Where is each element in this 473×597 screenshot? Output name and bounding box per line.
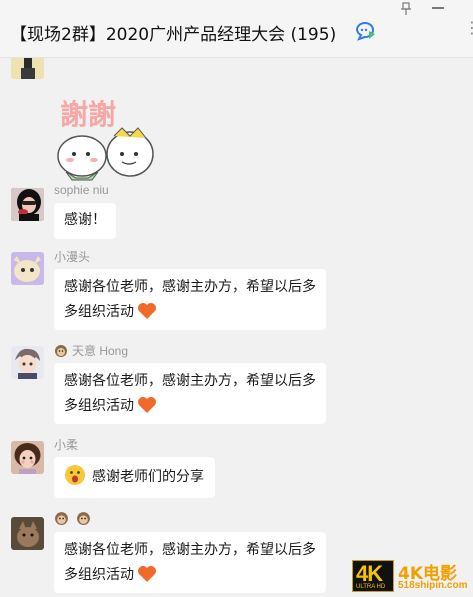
message-bubble[interactable]: 感谢老师们的分享 bbox=[54, 457, 215, 498]
watermark-ultra-text: ULTRA HD bbox=[356, 584, 386, 590]
sender-name: sophie niu bbox=[54, 183, 109, 197]
heart-icon bbox=[138, 303, 156, 319]
message-text: 感谢老师们的分享 bbox=[92, 469, 204, 485]
message-line: 多组织活动 bbox=[64, 304, 134, 320]
heart-icon bbox=[138, 566, 156, 582]
message-line: 感谢各位老师，感谢主办方，希望以后多 bbox=[64, 279, 316, 295]
thank-you-sticker[interactable]: 謝謝 bbox=[52, 84, 162, 188]
watermark-4k-badge: 4K ULTRA HD bbox=[352, 560, 394, 592]
avatar[interactable] bbox=[11, 517, 44, 550]
message-bubble[interactable]: 感谢！ bbox=[54, 203, 116, 239]
pin-icon[interactable] bbox=[400, 2, 412, 16]
watermark-site: 518shipin.com bbox=[398, 580, 468, 591]
message-line: 感谢各位老师，感谢主办方，希望以后多 bbox=[64, 373, 316, 389]
monkey-icon bbox=[55, 345, 67, 357]
sender-name: 小漫头 bbox=[54, 250, 91, 264]
chat-title: 【现场2群】2020广州产品经理大会 (195) bbox=[10, 25, 337, 45]
message-bubble[interactable]: 感谢各位老师，感谢主办方，希望以后多 多组织活动 bbox=[54, 269, 326, 330]
monkey-icon bbox=[55, 512, 68, 525]
monkey-icon bbox=[77, 512, 91, 525]
message-bubble[interactable]: 感谢各位老师，感谢主办方，希望以后多 多组织活动 bbox=[54, 532, 326, 593]
title-bar: 【现场2群】2020广州产品经理大会 (195) ⋮ bbox=[0, 0, 473, 58]
face-icon bbox=[65, 465, 85, 485]
avatar[interactable] bbox=[11, 346, 44, 379]
sender-name bbox=[54, 511, 91, 526]
heart-icon bbox=[138, 397, 156, 413]
avatar[interactable] bbox=[11, 252, 44, 285]
avatar[interactable] bbox=[11, 188, 44, 221]
message-line: 感谢各位老师，感谢主办方，希望以后多 bbox=[64, 542, 316, 558]
more-icon[interactable]: ⋮ bbox=[464, 20, 473, 36]
sender-name: 天意 Hong bbox=[54, 342, 128, 359]
chat-message-list[interactable]: 謝謝 sophie niu 感谢！ 小漫头 感谢各位老师，感谢主办方，希望以后多… bbox=[0, 58, 473, 597]
message-line: 多组织活动 bbox=[64, 567, 134, 583]
avatar[interactable] bbox=[11, 58, 44, 79]
watermark-logo: 4K ULTRA HD 4K电影 518shipin.com bbox=[352, 560, 470, 594]
sender-name: 小柔 bbox=[54, 438, 79, 452]
message-bubble[interactable]: 感谢各位老师，感谢主办方，希望以后多 多组织活动 bbox=[54, 363, 326, 424]
message-line: 多组织活动 bbox=[64, 398, 134, 414]
chat-bubble-icon[interactable] bbox=[355, 21, 377, 41]
avatar[interactable] bbox=[11, 441, 44, 474]
minimize-icon[interactable] bbox=[432, 7, 444, 9]
message-text: 感谢！ bbox=[64, 212, 106, 228]
sticker-text: 謝謝 bbox=[60, 98, 116, 131]
sender-name-text: 天意 Hong bbox=[72, 344, 129, 358]
